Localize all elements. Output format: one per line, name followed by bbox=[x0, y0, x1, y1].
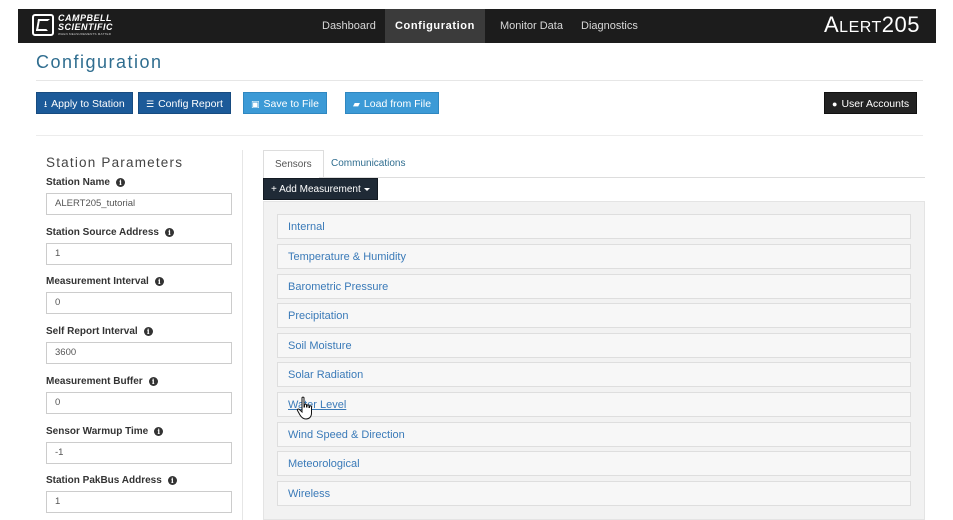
measurement-precipitation[interactable]: Precipitation bbox=[277, 303, 911, 328]
config-report-button[interactable]: ☰ Config Report bbox=[138, 92, 231, 114]
campbell-logo-icon bbox=[32, 14, 54, 36]
measurement-meteorological[interactable]: Meteorological bbox=[277, 451, 911, 476]
apply-label: Apply to Station bbox=[51, 98, 125, 110]
station-pakbus-address-input[interactable]: 1 bbox=[46, 491, 232, 513]
logo-line2: SCIENTIFIC bbox=[58, 22, 114, 32]
station-name-input[interactable]: ALERT205_tutorial bbox=[46, 193, 232, 215]
measurement-interval-input[interactable]: 0 bbox=[46, 292, 232, 314]
info-circle-icon[interactable]: i bbox=[154, 427, 164, 436]
info-circle-icon[interactable]: i bbox=[115, 178, 125, 187]
campbell-scientific-logo[interactable]: CAMPBELL SCIENTIFIC WHEN MEASUREMENTS MA… bbox=[32, 14, 113, 36]
nav-configuration[interactable]: Configuration bbox=[385, 9, 485, 43]
sensor-warmup-time-input[interactable]: -1 bbox=[46, 442, 232, 464]
measurement-barometric-pressure[interactable]: Barometric Pressure bbox=[277, 274, 911, 299]
top-navbar: CAMPBELL SCIENTIFIC WHEN MEASUREMENTS MA… bbox=[18, 9, 936, 43]
station-pakbus-address-label: Station PakBus Address i bbox=[46, 475, 177, 486]
station-source-address-input[interactable]: 1 bbox=[46, 243, 232, 265]
info-circle-icon[interactable]: i bbox=[165, 228, 174, 237]
info-circle-icon[interactable]: i bbox=[143, 327, 153, 336]
alert205-brand: ALERT205 bbox=[824, 12, 920, 38]
load-label: Load from File bbox=[363, 98, 432, 110]
info-circle-icon[interactable]: i bbox=[154, 277, 164, 286]
nav-monitor-data[interactable]: Monitor Data bbox=[490, 9, 573, 43]
measurement-buffer-input[interactable]: 0 bbox=[46, 392, 232, 414]
measurement-water-level[interactable]: Water Level bbox=[277, 392, 911, 417]
station-source-address-label: Station Source Address i bbox=[46, 227, 174, 238]
accounts-label: User Accounts bbox=[841, 98, 910, 110]
add-measurement-button[interactable]: + Add Measurement bbox=[263, 178, 378, 200]
user-accounts-button[interactable]: ● User Accounts bbox=[824, 92, 918, 114]
user-icon: ● bbox=[832, 99, 838, 109]
logo-line3: WHEN MEASUREMENTS MATTER bbox=[58, 32, 112, 36]
panel-divider bbox=[242, 150, 243, 520]
divider bbox=[36, 80, 923, 81]
save-to-file-button[interactable]: ▣ Save to File bbox=[243, 92, 327, 114]
measurement-internal[interactable]: Internal bbox=[277, 214, 911, 239]
hand-pointer-cursor-icon bbox=[296, 396, 312, 420]
list-icon: ☰ bbox=[146, 99, 155, 109]
tab-communications[interactable]: Communications bbox=[320, 150, 416, 178]
report-label: Config Report bbox=[158, 98, 223, 110]
apply-to-station-button[interactable]: ⭳ Apply to Station bbox=[36, 92, 133, 114]
info-circle-icon[interactable]: i bbox=[148, 377, 158, 386]
save-icon: ▣ bbox=[251, 99, 260, 109]
brand-a: A bbox=[823, 12, 840, 37]
load-from-file-button[interactable]: ▰ Load from File bbox=[345, 92, 440, 114]
tab-sensors[interactable]: Sensors bbox=[263, 150, 324, 178]
station-name-label: Station Name i bbox=[46, 177, 125, 188]
measurement-wind-speed-direction[interactable]: Wind Speed & Direction bbox=[277, 422, 911, 447]
nav-diagnostics[interactable]: Diagnostics bbox=[571, 9, 648, 43]
self-report-interval-label: Self Report Interval i bbox=[46, 326, 153, 337]
sensor-warmup-time-label: Sensor Warmup Time i bbox=[46, 426, 164, 437]
divider bbox=[36, 135, 923, 136]
folder-open-icon: ▰ bbox=[353, 99, 360, 109]
caret-down-icon bbox=[363, 187, 370, 191]
station-parameters-title: Station Parameters bbox=[46, 155, 184, 170]
measurements-panel: Internal Temperature & Humidity Barometr… bbox=[263, 201, 925, 520]
info-circle-icon[interactable]: i bbox=[167, 476, 177, 485]
measurement-wireless[interactable]: Wireless bbox=[277, 481, 911, 506]
brand-lert: LERT bbox=[839, 19, 882, 36]
save-label: Save to File bbox=[263, 98, 319, 110]
measurement-temperature-humidity[interactable]: Temperature & Humidity bbox=[277, 244, 911, 269]
measurement-soil-moisture[interactable]: Soil Moisture bbox=[277, 333, 911, 358]
measurement-buffer-label: Measurement Buffer i bbox=[46, 376, 158, 387]
brand-number: 205 bbox=[881, 12, 920, 37]
page-title: Configuration bbox=[36, 52, 163, 72]
measurement-solar-radiation[interactable]: Solar Radiation bbox=[277, 362, 911, 387]
add-measurement-label: + Add Measurement bbox=[271, 184, 361, 195]
download-icon: ⭳ bbox=[44, 99, 48, 109]
nav-dashboard[interactable]: Dashboard bbox=[312, 9, 386, 43]
self-report-interval-input[interactable]: 3600 bbox=[46, 342, 232, 364]
measurement-interval-label: Measurement Interval i bbox=[46, 276, 164, 287]
